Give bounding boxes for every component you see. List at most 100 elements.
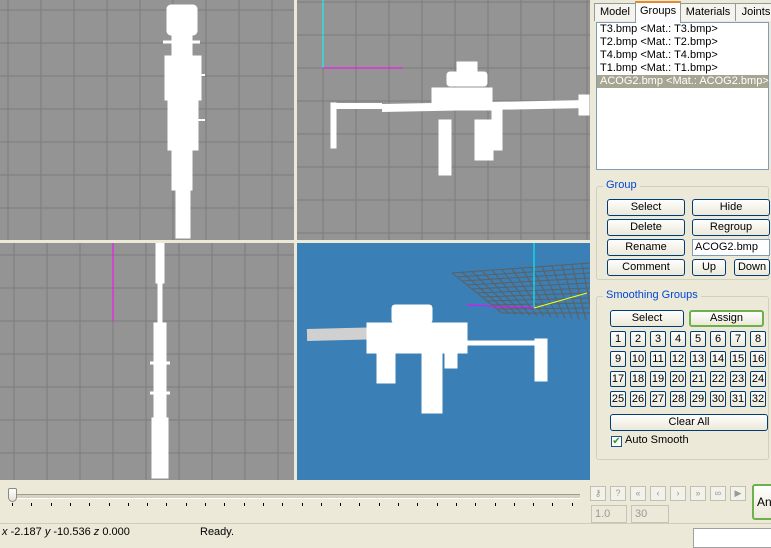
viewport-top[interactable] [0,243,294,480]
smoothing-group-25-button[interactable]: 25 [610,391,626,407]
status-message: Ready. [200,526,235,538]
tab-groups[interactable]: Groups [635,1,681,23]
loop-icon[interactable]: ∞ [710,486,726,501]
tab-materials[interactable]: Materials [680,3,736,21]
smoothing-group-20-button[interactable]: 20 [670,371,686,387]
help-icon[interactable]: ? [610,486,626,501]
timeline-tick [166,503,168,506]
smoothing-group-28-button[interactable]: 28 [670,391,686,407]
smoothing-group-4-button[interactable]: 4 [670,331,686,347]
viewport-3d[interactable] [297,243,590,480]
smoothing-group-18-button[interactable]: 18 [630,371,646,387]
timeline-track[interactable] [10,494,580,499]
smoothing-group-12-button[interactable]: 12 [670,351,686,367]
status-input-box [693,528,771,548]
group-comment-button[interactable]: Comment [607,259,685,276]
viewport-3d-canvas[interactable] [297,243,590,480]
smoothing-group-8-button[interactable]: 8 [750,331,766,347]
timeline-tick [494,503,496,506]
clear-all-button[interactable]: Clear All [610,414,768,431]
timeline-tick [108,503,110,506]
smoothing-group-23-button[interactable]: 23 [730,371,746,387]
smoothing-group-29-button[interactable]: 29 [690,391,706,407]
group-list-item-selected[interactable]: ACOG2.bmp <Mat.: ACOG2.bmp> [597,75,769,88]
smoothing-group-3-button[interactable]: 3 [650,331,666,347]
z-value: 0.000 [102,526,130,538]
timeline-tick [340,503,342,506]
smoothing-group-6-button[interactable]: 6 [710,331,726,347]
smoothing-group-2-button[interactable]: 2 [630,331,646,347]
smoothing-group-5-button[interactable]: 5 [690,331,706,347]
viewport-front[interactable] [0,0,295,241]
smoothing-group-31-button[interactable]: 31 [730,391,746,407]
groups-listbox[interactable]: T3.bmp <Mat.: T3.bmp> T2.bmp <Mat.: T2.b… [596,22,769,170]
auto-smooth-label: Auto Smooth [625,434,689,446]
play-icon[interactable]: ▶ [730,486,746,501]
viewport-side[interactable] [297,0,590,241]
timeline-tick [359,503,361,506]
end-frame-field[interactable]: 30 [631,505,669,523]
smoothing-group-11-button[interactable]: 11 [650,351,666,367]
smoothing-group-19-button[interactable]: 19 [650,371,666,387]
smoothing-group-32-button[interactable]: 32 [750,391,766,407]
group-name-field[interactable]: ACOG2.bmp [692,239,770,256]
smoothing-group-14-button[interactable]: 14 [710,351,726,367]
timeline-slider-thumb[interactable] [8,488,17,502]
smoothing-group-7-button[interactable]: 7 [730,331,746,347]
smoothing-group-10-button[interactable]: 10 [630,351,646,367]
group-regroup-button[interactable]: Regroup [692,219,770,236]
timeline-tick [282,503,284,506]
timeline-tick [552,503,554,506]
timeline-tick [301,503,303,506]
viewport-splitter-horizontal[interactable] [0,240,591,243]
viewport-side-canvas[interactable] [297,0,590,240]
first-frame-icon[interactable]: « [630,486,646,501]
right-panel: Model Groups Materials Joints T3.bmp <Ma… [591,0,771,483]
status-bar: x -2.187 y -10.536 z 0.000 Ready. [0,523,771,548]
tab-joints[interactable]: Joints [735,3,771,21]
viewport-front-canvas[interactable] [0,0,294,240]
viewport-top-canvas[interactable] [0,243,294,480]
group-delete-button[interactable]: Delete [607,219,685,236]
start-frame-field[interactable]: 1.0 [591,505,627,523]
smoothing-group-17-button[interactable]: 17 [610,371,626,387]
smoothing-group-9-button[interactable]: 9 [610,351,626,367]
prev-frame-icon[interactable]: ‹ [650,486,666,501]
group-select-button[interactable]: Select [607,199,685,216]
group-list-item[interactable]: T3.bmp <Mat.: T3.bmp> [597,23,768,36]
tab-model[interactable]: Model [594,3,636,21]
timeline-tick [513,503,515,506]
smoothing-group-13-button[interactable]: 13 [690,351,706,367]
smoothing-group-21-button[interactable]: 21 [690,371,706,387]
timeline-tick [50,503,52,506]
timeline-tick [417,503,419,506]
group-up-button[interactable]: Up [692,259,726,276]
animate-button[interactable]: An [752,484,771,520]
timeline-tick [127,503,129,506]
smoothing-group-26-button[interactable]: 26 [630,391,646,407]
auto-smooth-checkbox[interactable]: ✔ [611,436,622,447]
timeline-tick [147,503,149,506]
last-frame-icon[interactable]: » [690,486,706,501]
smoothing-group-15-button[interactable]: 15 [730,351,746,367]
group-list-item[interactable]: T2.bmp <Mat.: T2.bmp> [597,36,768,49]
key-icon[interactable]: ⚷ [590,486,606,501]
smoothing-group-22-button[interactable]: 22 [710,371,726,387]
group-section: Group Select Hide Delete Regroup Rename … [596,179,770,280]
smoothing-group-27-button[interactable]: 27 [650,391,666,407]
smoothing-group-16-button[interactable]: 16 [750,351,766,367]
smoothing-group-1-button[interactable]: 1 [610,331,626,347]
smoothing-group-24-button[interactable]: 24 [750,371,766,387]
group-list-item[interactable]: T1.bmp <Mat.: T1.bmp> [597,62,768,75]
group-section-title: Group [603,179,640,191]
smoothing-select-button[interactable]: Select [610,310,684,327]
group-hide-button[interactable]: Hide [692,199,770,216]
timeline-tick [224,503,226,506]
group-down-button[interactable]: Down [734,259,770,276]
group-list-item[interactable]: T4.bmp <Mat.: T4.bmp> [597,49,768,62]
next-frame-icon[interactable]: › [670,486,686,501]
smoothing-group-30-button[interactable]: 30 [710,391,726,407]
smoothing-assign-button[interactable]: Assign [689,310,764,327]
timeline-tick [533,503,535,506]
group-rename-button[interactable]: Rename [607,239,685,256]
